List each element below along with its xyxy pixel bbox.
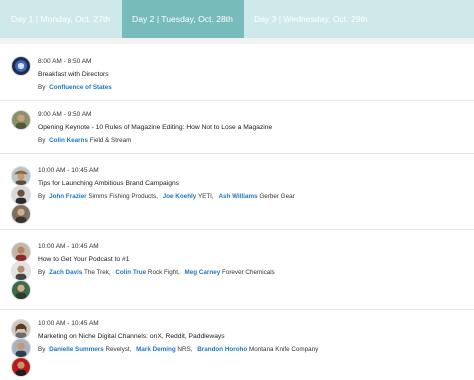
- speaker-link[interactable]: Zach Davis: [49, 269, 82, 276]
- speaker-company: Montana Knife Company: [249, 346, 319, 353]
- session-speakers: By Colin Kearns Field & Stream: [38, 136, 470, 145]
- speaker-link[interactable]: Colin True: [115, 269, 146, 276]
- tab-day-3[interactable]: Day 3 | Wednesday, Oct. 29th: [244, 0, 474, 38]
- session-speakers: By Danielle Summers Revelyst, Mark Demin…: [38, 345, 470, 354]
- session-row: 10:00 AM - 10:45 AM Marketing on Niche D…: [0, 310, 474, 380]
- session-time: 9:00 AM - 9:50 AM: [38, 111, 92, 118]
- session-row: 10:00 AM - 10:45 AM How to Get Your Podc…: [0, 230, 474, 310]
- speaker-company: Gerber Gear: [259, 193, 295, 200]
- speaker-company: NRS,: [177, 346, 193, 353]
- session-title: Opening Keynote - 10 Rules of Magazine E…: [38, 124, 273, 131]
- by-label: By: [38, 84, 46, 91]
- avatar-brandon-horoho[interactable]: [11, 357, 31, 377]
- avatar-danielle-summers[interactable]: [11, 319, 31, 339]
- avatar-colin-kearns[interactable]: [11, 110, 31, 130]
- speaker-company: Revelyst,: [105, 346, 132, 353]
- session-time: 10:00 AM - 10:45 AM: [38, 243, 99, 250]
- speaker-link[interactable]: Brandon Horoho: [197, 346, 247, 353]
- by-label: By: [38, 193, 46, 200]
- speaker-company: The Trek,: [84, 269, 111, 276]
- session-speakers: By Zach Davis The Trek, Colin True Rock …: [38, 268, 470, 277]
- by-label: By: [38, 346, 46, 353]
- speaker-company: YETI,: [197, 193, 214, 200]
- session-row: 10:00 AM - 10:45 AM Tips for Launching A…: [0, 154, 474, 230]
- session-time: 10:00 AM - 10:45 AM: [38, 167, 99, 174]
- speaker-link[interactable]: Confluence of States: [49, 84, 112, 91]
- speaker-link[interactable]: Mark Deming: [136, 346, 176, 353]
- session-time: 10:00 AM - 10:45 AM: [38, 320, 99, 327]
- session-speakers: By John Frazier Simms Fishing Products, …: [38, 192, 470, 201]
- speaker-link[interactable]: Meg Carney: [185, 269, 221, 276]
- tab-day-2[interactable]: Day 2 | Tuesday, Oct. 28th: [122, 0, 244, 38]
- session-title: How to Get Your Podcast to #1: [38, 256, 130, 263]
- speaker-company: Simms Fishing Products,: [88, 193, 158, 200]
- by-label: By: [38, 137, 46, 144]
- session-time: 8:00 AM - 8:50 AM: [38, 58, 92, 65]
- session-title: Tips for Launching Ambitious Brand Campa…: [38, 180, 180, 187]
- speaker-company: Field & Stream: [89, 137, 132, 144]
- speaker-link[interactable]: Colin Kearns: [49, 137, 88, 144]
- day-tabs: Day 1 | Monday, Oct. 27th Day 2 | Tuesda…: [0, 0, 474, 38]
- avatar-mark-deming[interactable]: [11, 338, 31, 358]
- speaker-company: Rock Fight,: [147, 269, 180, 276]
- session-list: 8:00 AM - 8:50 AM Breakfast with Directo…: [0, 38, 474, 380]
- avatar-zach-davis[interactable]: [11, 242, 31, 262]
- session-row: 9:00 AM - 9:50 AM Opening Keynote - 10 R…: [0, 101, 474, 154]
- avatar-confluence-logo[interactable]: [11, 56, 31, 76]
- speaker-link[interactable]: Joe Koehly: [163, 193, 197, 200]
- avatar-colin-true[interactable]: [11, 261, 31, 281]
- session-row: 8:00 AM - 8:50 AM Breakfast with Directo…: [0, 44, 474, 101]
- session-speakers: By Confluence of States: [38, 83, 470, 92]
- by-label: By: [38, 269, 46, 276]
- avatar-ash-williams[interactable]: [11, 204, 31, 224]
- speaker-link[interactable]: John Frazier: [49, 193, 86, 200]
- avatar-john-frazier[interactable]: [11, 166, 31, 186]
- session-title: Breakfast with Directors: [38, 71, 109, 78]
- avatar-meg-carney[interactable]: [11, 280, 31, 300]
- speaker-link[interactable]: Danielle Summers: [49, 346, 104, 353]
- avatar-joe-koehly[interactable]: [11, 185, 31, 205]
- tab-day-1[interactable]: Day 1 | Monday, Oct. 27th: [0, 0, 122, 38]
- session-title: Marketing on Niche Digital Channels: onX…: [38, 333, 225, 340]
- speaker-link[interactable]: Ash Williams: [218, 193, 257, 200]
- speaker-company: Forever Chemicals: [221, 269, 275, 276]
